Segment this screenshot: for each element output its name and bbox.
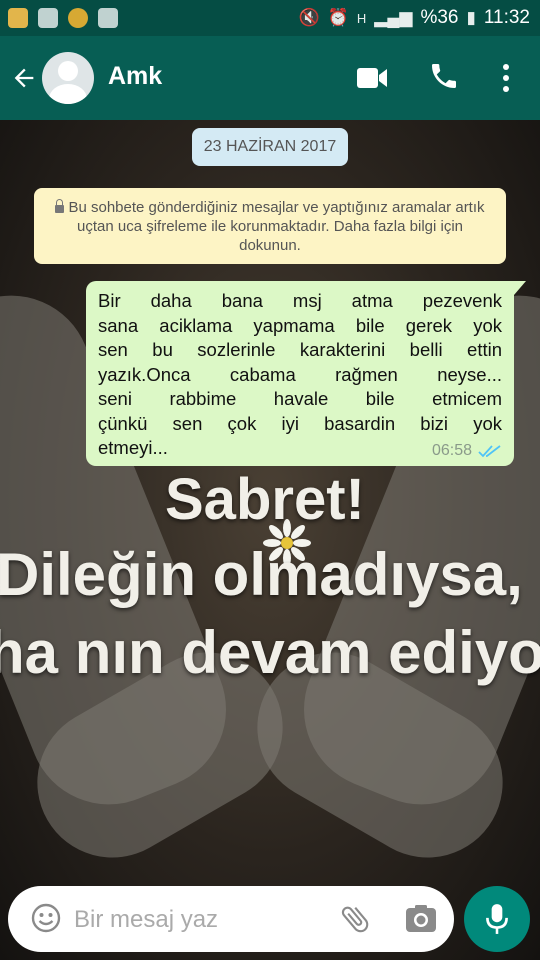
avatar-body [49, 84, 87, 104]
camera-icon[interactable] [404, 902, 438, 936]
app-notification-icon [8, 8, 28, 28]
battery-percent: %36 [420, 7, 459, 28]
message-line: çünkü sen çok iyi basardin bizi yok [98, 412, 502, 434]
message-composer [8, 886, 454, 952]
battery-icon: ▮ [466, 8, 476, 27]
message-line: sana aciklama yapmama bile gerek yok [98, 314, 502, 336]
more-vert-icon[interactable] [496, 62, 516, 94]
status-bar: 🔇 ⏰ H ▂▄▆ %36 ▮ 11:32 [0, 0, 540, 36]
message-line: yazık.Onca cabama rağmen neyse... [98, 363, 502, 385]
message-time: 06:58 [431, 442, 472, 459]
encryption-notice-text: Bu sohbete gönderdiğiniz mesajlar ve yap… [68, 199, 485, 254]
double-check-read-icon [478, 445, 501, 458]
alarm-icon: ⏰ [327, 8, 349, 27]
chat-notification-icon [38, 8, 58, 28]
chat-header: Amk [0, 36, 540, 120]
encryption-notice[interactable]: Bu sohbete gönderdiğiniz mesajlar ve yap… [34, 188, 506, 264]
notification-icons [8, 8, 118, 28]
arrow-left-icon[interactable] [10, 60, 40, 96]
wallpaper-text-1: Sabret! [165, 467, 365, 532]
wallpaper-text-2: Dileğin olmadıysa, [0, 541, 523, 608]
outgoing-message[interactable]: Bir daha bana msj atma pezevenk sana aci… [86, 281, 526, 466]
video-camera-icon[interactable] [356, 65, 388, 91]
avatar[interactable] [42, 52, 94, 104]
message-line: seni rabbime havale bile etmicem [98, 388, 502, 409]
message-line: sen bu sozlerinle karakterini belli etti… [98, 339, 502, 360]
contact-name[interactable]: Amk [108, 62, 162, 91]
date-divider: 23 HAZİRAN 2017 [192, 128, 348, 166]
microphone-icon[interactable] [464, 886, 530, 952]
message-meta: 06:58 [432, 442, 502, 460]
app-notification-icon-2 [68, 8, 88, 28]
emoji-icon[interactable] [30, 902, 62, 934]
network-type: H [356, 10, 367, 26]
clock: 11:32 [483, 7, 530, 28]
system-status: 🔇 ⏰ H ▂▄▆ %36 ▮ 11:32 [299, 0, 530, 36]
wallpaper-text-3: ha nın devam ediyor [0, 619, 540, 686]
phone-icon[interactable] [428, 60, 462, 94]
recycle-notification-icon [98, 8, 118, 28]
paperclip-icon[interactable] [338, 902, 372, 936]
message-line: Bir daha bana msj atma pezevenk [98, 290, 502, 311]
avatar-head [58, 61, 78, 81]
message-input[interactable] [72, 900, 326, 940]
signal-icon: ▂▄▆ [374, 8, 413, 27]
mute-icon: 🔇 [298, 8, 320, 27]
lock-icon [55, 199, 65, 213]
